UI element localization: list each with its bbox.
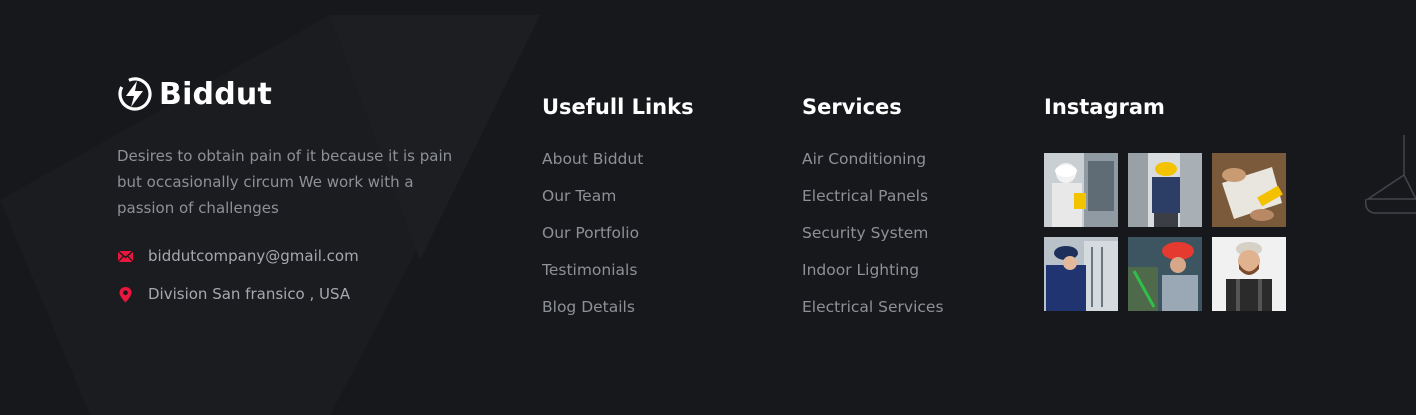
link-blog-details[interactable]: Blog Details [542, 297, 643, 334]
contact-address-text: Division San fransico , USA [148, 285, 351, 303]
location-pin-icon [117, 286, 134, 303]
instagram-photo-worker-back[interactable] [1128, 153, 1202, 227]
instagram-photo-bearded-man[interactable] [1212, 237, 1286, 311]
instagram-grid [1044, 153, 1286, 311]
link-about[interactable]: About Biddut [542, 149, 643, 186]
site-footer: Biddut Desires to obtain pain of it beca… [0, 0, 1416, 415]
service-indoor-lighting[interactable]: Indoor Lighting [802, 260, 944, 297]
envelope-icon [117, 248, 134, 265]
link-team[interactable]: Our Team [542, 186, 643, 223]
instagram-title: Instagram [1044, 95, 1165, 119]
service-security-system[interactable]: Security System [802, 223, 944, 260]
services-list: Air Conditioning Electrical Panels Secur… [802, 149, 944, 334]
link-testimonials[interactable]: Testimonials [542, 260, 643, 297]
about-text: Desires to obtain pain of it because it … [117, 147, 453, 217]
instagram-photo-technician-wiring[interactable] [1044, 237, 1118, 311]
instagram-photo-electrician-panel[interactable] [1044, 153, 1118, 227]
services-title: Services [802, 95, 902, 119]
contact-address: Division San fransico , USA [117, 285, 350, 303]
footer-brand[interactable]: Biddut [117, 76, 272, 112]
lamp-outline-icon [1360, 135, 1416, 225]
link-portfolio[interactable]: Our Portfolio [542, 223, 643, 260]
useful-links-title: Usefull Links [542, 95, 694, 119]
lightning-bolt-icon [117, 76, 153, 112]
instagram-photo-hardhat-worker[interactable] [1128, 237, 1202, 311]
service-air-conditioning[interactable]: Air Conditioning [802, 149, 944, 186]
instagram-photo-blueprint-tools[interactable] [1212, 153, 1286, 227]
contact-email[interactable]: biddutcompany@gmail.com [117, 247, 359, 265]
service-electrical-panels[interactable]: Electrical Panels [802, 186, 944, 223]
useful-links-list: About Biddut Our Team Our Portfolio Test… [542, 149, 643, 334]
brand-name: Biddut [159, 76, 272, 112]
service-electrical-services[interactable]: Electrical Services [802, 297, 944, 334]
contact-email-text: biddutcompany@gmail.com [148, 247, 359, 265]
